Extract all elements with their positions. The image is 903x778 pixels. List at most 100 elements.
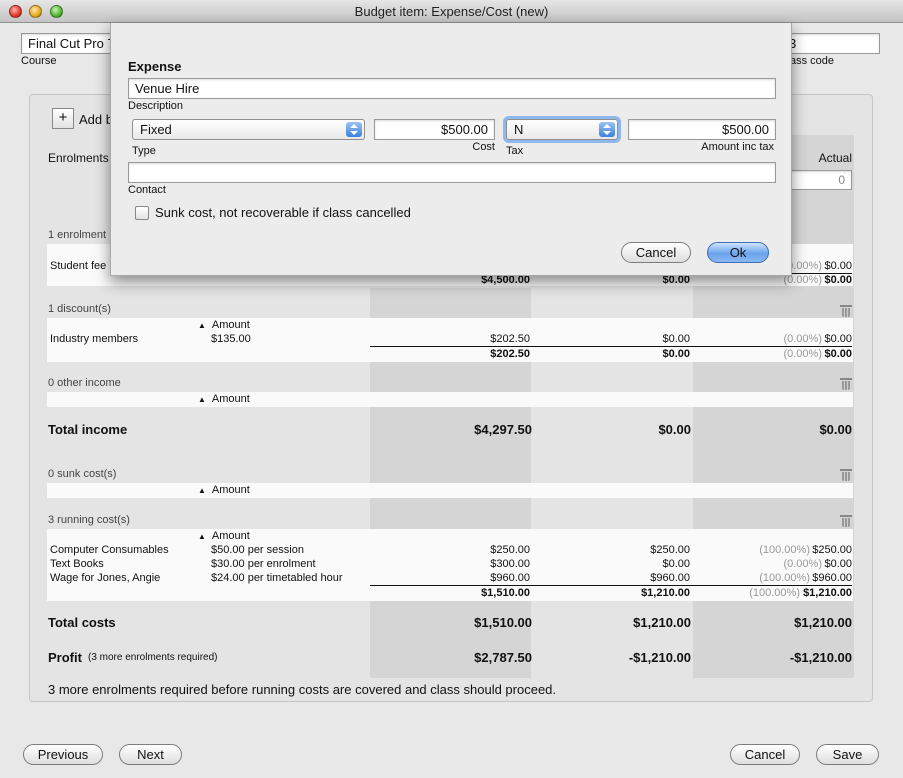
trash-icon[interactable] [840,305,852,317]
profit-label: Profit [48,650,82,665]
cost-label: Cost [472,141,495,153]
running-cost-amount: $24.00 per timetabled hour [211,572,343,584]
enrolments-header: Enrolments [48,151,109,165]
profit-forecast: -$1,210.00 [628,650,691,665]
ok-button[interactable]: Ok [707,242,769,263]
sunk-cost-amount-header[interactable]: ▲ Amount [198,484,250,496]
sunk-cost-checkbox[interactable] [135,206,149,220]
running-cost-subtotal-forecast: $1,210.00 [641,587,690,599]
running-cost-subtotal-actual-pct: (100.00%) [749,587,800,599]
other-income-amount-header[interactable]: ▲ Amount [198,393,250,405]
dialog-heading: Expense [128,59,182,74]
contact-field[interactable] [128,162,776,183]
total-costs-budget: $1,510.00 [474,615,532,630]
footer-message: 3 more enrolments required before runnin… [48,682,557,697]
running-cost-forecast: $960.00 [650,572,690,584]
trash-icon[interactable] [840,515,852,527]
discount-subtotal-rule [370,346,852,347]
running-cost-budget: $250.00 [490,544,530,556]
cost-field[interactable]: $500.00 [374,119,495,140]
running-cost-amount: $50.00 per session [211,544,304,556]
description-label: Description [128,100,184,112]
type-select-value: Fixed [140,122,172,137]
running-cost-amount-header[interactable]: ▲ Amount [198,530,250,542]
save-button[interactable]: Save [816,744,879,765]
tax-select[interactable]: N [506,119,618,140]
running-cost-subtotal-budget: $1,510.00 [481,587,530,599]
total-costs-label: Total costs [48,615,116,630]
contact-label: Contact [128,184,166,196]
profit-actual: -$1,210.00 [789,650,852,665]
income-subtotal-actual: $0.00 [824,274,852,286]
running-cost-forecast: $0.00 [662,558,690,570]
profit-note: (3 more enrolments required) [88,652,218,663]
amount-inc-tax-field[interactable]: $500.00 [628,119,776,140]
title-bar: Budget item: Expense/Cost (new) [0,0,903,23]
other-income-section-label: 0 other income [48,377,121,389]
running-cost-actual-pct: (100.00%) [759,572,810,584]
student-fee-actual: $0.00 [824,260,852,272]
trash-icon[interactable] [840,378,852,390]
total-costs-forecast: $1,210.00 [633,615,691,630]
class-code-field[interactable]: 3 [780,33,880,54]
add-label: Add b [79,112,113,127]
chevron-updown-icon [599,122,615,137]
chevron-updown-icon [346,122,362,137]
amount-inc-tax-label: Amount inc tax [701,141,774,153]
total-income-actual: $0.00 [819,422,852,437]
sunk-cost-section-label: 0 sunk cost(s) [48,468,117,480]
running-cost-actual-pct: (0.00%) [783,558,822,570]
running-cost-actual-pct: (100.00%) [759,544,810,556]
type-select[interactable]: Fixed [132,119,365,140]
running-cost-name: Wage for Jones, Angie [50,572,161,584]
previous-button[interactable]: Previous [23,744,103,765]
discount-amount-header[interactable]: ▲ Amount [198,319,250,331]
discount-actual: $0.00 [824,333,852,345]
expense-dialog: Expense Venue Hire Description Fixed Typ… [110,23,792,276]
running-cost-subtotal-actual: $1,210.00 [803,587,852,599]
actual-enrolments-input[interactable]: 0 [790,170,852,190]
description-field[interactable]: Venue Hire [128,78,776,99]
total-income-budget: $4,297.50 [474,422,532,437]
window-title: Budget item: Expense/Cost (new) [354,4,549,19]
discount-subtotal-actual: $0.00 [824,348,852,360]
running-cost-budget: $960.00 [490,572,530,584]
running-cost-budget: $300.00 [490,558,530,570]
running-cost-name: Text Books [50,558,104,570]
discount-subtotal-budget: $202.50 [490,348,530,360]
running-cost-actual: $250.00 [812,544,852,556]
type-label: Type [132,145,156,157]
discount-forecast: $0.00 [662,333,690,345]
next-button[interactable]: Next [119,744,182,765]
running-cost-amount: $30.00 per enrolment [211,558,316,570]
discount-subtotal-forecast: $0.00 [662,348,690,360]
total-income-forecast: $0.00 [658,422,691,437]
sunk-cost-label[interactable]: Sunk cost, not recoverable if class canc… [155,205,411,220]
course-label: Course [21,55,57,67]
class-code-label: ass code [790,55,835,67]
add-button[interactable]: + [52,108,74,129]
running-cost-forecast: $250.00 [650,544,690,556]
enrolment-section-label: 1 enrolment [48,229,107,241]
sunk-cost-rows [47,483,853,498]
discount-subtotal-actual-pct: (0.00%) [783,348,822,360]
total-costs-actual: $1,210.00 [794,615,852,630]
tax-label: Tax [506,145,524,157]
discount-budget: $202.50 [490,333,530,345]
running-cost-actual: $960.00 [812,572,852,584]
discount-section-label: 1 discount(s) [48,303,111,315]
discount-actual-pct: (0.00%) [783,333,822,345]
discount-amount: $135.00 [211,333,251,345]
discount-name: Industry members [50,333,139,345]
total-income-label: Total income [48,422,128,437]
trash-icon[interactable] [840,469,852,481]
profit-budget: $2,787.50 [474,650,532,665]
dialog-cancel-button[interactable]: Cancel [621,242,691,263]
student-fee-label: Student fee [50,260,107,272]
running-cost-actual: $0.00 [824,558,852,570]
running-cost-subtotal-rule [370,585,852,586]
cancel-button[interactable]: Cancel [730,744,800,765]
tax-select-value: N [514,122,524,137]
running-cost-name: Computer Consumables [50,544,169,556]
other-income-rows [47,392,853,407]
